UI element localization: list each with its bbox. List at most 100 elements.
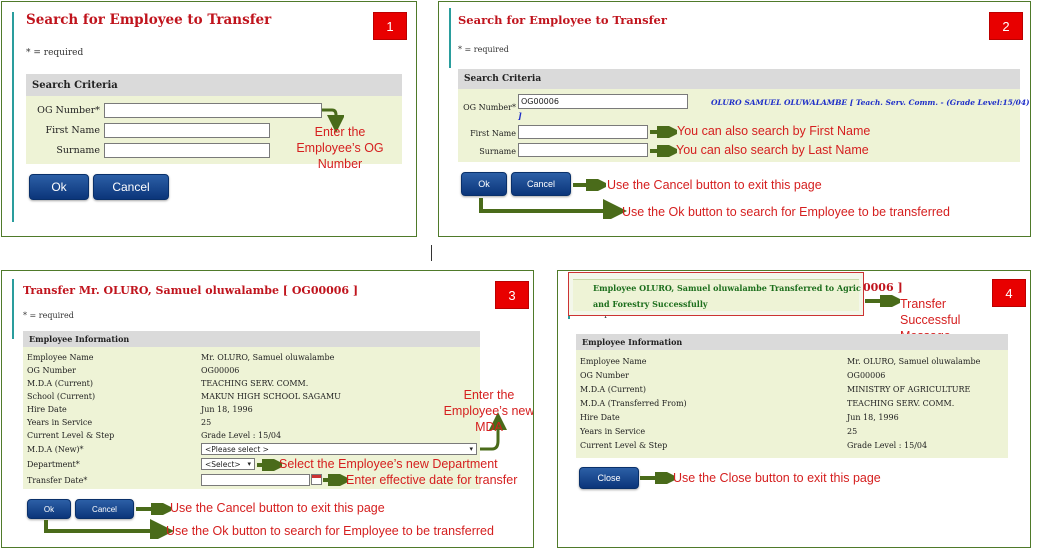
- panel-step-3: Transfer Mr. OLURO, Samuel oluwalambe [ …: [1, 270, 534, 548]
- ok-button[interactable]: Ok: [27, 499, 71, 519]
- page-title: Transfer Mr. OLURO, Samuel oluwalambe [ …: [23, 284, 359, 297]
- first-name-label: First Name: [470, 129, 516, 138]
- og-number-input[interactable]: OG00006: [518, 94, 688, 109]
- first-name-label: First Name: [45, 125, 101, 136]
- surname-label: Surname: [56, 145, 100, 156]
- info-label: Years in Service: [580, 427, 646, 436]
- panel-accent-bar: [12, 12, 14, 222]
- required-note: * = required: [458, 45, 509, 54]
- success-message: Employee OLURO, Samuel oluwalambe Transf…: [568, 272, 864, 316]
- chevron-down-icon: ▾: [469, 445, 473, 453]
- transfer-date-input[interactable]: [201, 474, 310, 486]
- info-value: MINISTRY OF AGRICULTURE: [847, 385, 971, 394]
- info-label: Employee Name: [580, 357, 647, 366]
- panel-step-1: Search for Employee to Transfer 1 * = re…: [1, 1, 417, 237]
- transfer-date-label: Transfer Date*: [27, 476, 88, 485]
- required-note: * = required: [23, 311, 74, 320]
- page-title: Search for Employee to Transfer: [26, 12, 272, 28]
- first-name-input[interactable]: [104, 123, 270, 138]
- note-enter-og: Enter the Employee’s OG Number: [296, 125, 384, 171]
- cancel-button[interactable]: Cancel: [511, 172, 571, 196]
- info-label: OG Number: [580, 371, 629, 380]
- info-value: Grade Level : 15/04: [201, 431, 282, 440]
- mda-new-select[interactable]: <Please select > ▾: [201, 443, 477, 455]
- ok-button[interactable]: Ok: [461, 172, 507, 196]
- surname-input[interactable]: [518, 143, 648, 157]
- chevron-down-icon: ▾: [247, 460, 251, 468]
- employee-info-header: Employee Information: [23, 331, 480, 347]
- first-name-input[interactable]: [518, 125, 648, 139]
- info-label: Employee Name: [27, 353, 94, 362]
- search-criteria-header: Search Criteria: [26, 74, 402, 96]
- info-value: Mr. OLURO, Samuel oluwalambe: [847, 357, 981, 366]
- calendar-icon-header: [312, 475, 321, 478]
- og-number-input[interactable]: [104, 103, 322, 118]
- info-label: M.D.A (Current): [580, 385, 646, 394]
- note-date: Enter effective date for transfer: [346, 473, 518, 487]
- surname-input[interactable]: [104, 143, 270, 158]
- note-ok: Use the Ok button to search for Employee…: [166, 524, 494, 538]
- department-value: <Select>: [205, 459, 241, 469]
- info-value: Jun 18, 1996: [201, 405, 253, 414]
- info-label: M.D.A (Current): [27, 379, 93, 388]
- info-label: Current Level & Step: [27, 431, 115, 440]
- info-label: OG Number: [27, 366, 76, 375]
- search-result-bracket: ]: [518, 111, 522, 121]
- panel-step-2: Search for Employee to Transfer 2 * = re…: [438, 1, 1031, 237]
- page-title: Search for Employee to Transfer: [458, 13, 667, 27]
- required-note: * = required: [26, 48, 84, 58]
- note-ok: Use the Ok button to search for Employee…: [622, 205, 950, 219]
- panel-accent-bar: [449, 8, 451, 68]
- info-value: 25: [847, 427, 858, 436]
- mda-new-value: <Please select >: [205, 444, 269, 454]
- note-department: Select the Employee’s new Department: [279, 457, 498, 471]
- search-criteria-header: Search Criteria: [458, 69, 1020, 89]
- info-value: TEACHING SERV. COMM.: [847, 399, 955, 408]
- department-label: Department*: [27, 460, 80, 469]
- calendar-icon[interactable]: [311, 474, 322, 485]
- info-label: Current Level & Step: [580, 441, 668, 450]
- search-result-text: OLURO SAMUEL OLUWALAMBE [ Teach. Serv. C…: [711, 98, 1030, 107]
- success-message-text: Employee OLURO, Samuel oluwalambe Transf…: [593, 283, 861, 309]
- info-label: Hire Date: [27, 405, 67, 414]
- note-close: Use the Close button to exit this page: [673, 471, 881, 485]
- ok-button[interactable]: Ok: [29, 174, 89, 200]
- divider: [431, 245, 432, 261]
- panel-accent-bar: [12, 279, 14, 339]
- cancel-button[interactable]: Cancel: [93, 174, 169, 200]
- info-value: OG00006: [201, 366, 240, 375]
- arrow-right-icon: [650, 126, 677, 138]
- arrow-right-icon: [479, 198, 627, 219]
- note-cancel: Use the Cancel button to exit this page: [607, 178, 822, 192]
- step-badge: 2: [989, 12, 1023, 40]
- step-badge: 1: [373, 12, 407, 40]
- note-first-name: You can also search by First Name: [677, 124, 871, 138]
- cancel-button[interactable]: Cancel: [75, 499, 134, 519]
- mda-new-label: M.D.A (New)*: [27, 445, 84, 454]
- arrow-right-icon: [865, 295, 900, 307]
- note-last-name: You can also search by Last Name: [676, 143, 869, 157]
- note-mda: Enter the Employee’s new MDA: [443, 388, 534, 434]
- info-label: Hire Date: [580, 413, 620, 422]
- surname-label: Surname: [479, 147, 516, 156]
- arrow-right-icon: [44, 519, 174, 539]
- employee-info-header: Employee Information: [576, 334, 1008, 350]
- og-number-label: OG Number*: [463, 103, 516, 112]
- arrow-right-icon: [640, 472, 675, 484]
- info-label: Years in Service: [27, 418, 93, 427]
- arrow-right-icon: [136, 503, 171, 515]
- og-number-label: OG Number*: [37, 105, 100, 116]
- step-badge: 4: [992, 279, 1026, 307]
- info-value: Grade Level : 15/04: [847, 441, 928, 450]
- info-label: School (Current): [27, 392, 96, 401]
- info-value: Jun 18, 1996: [847, 413, 899, 422]
- close-button[interactable]: Close: [579, 467, 639, 489]
- department-select[interactable]: <Select> ▾: [201, 458, 255, 470]
- page-title-tail: 0006 ]: [863, 281, 903, 294]
- arrow-right-icon: [650, 145, 677, 157]
- info-value: TEACHING SERV. COMM.: [201, 379, 309, 388]
- info-value: Mr. OLURO, Samuel oluwalambe: [201, 353, 335, 362]
- step-badge: 3: [495, 281, 529, 309]
- panel-step-4: 0006 ] 4 = required Employee OLURO, Samu…: [557, 270, 1031, 548]
- arrow-right-icon: [323, 474, 348, 486]
